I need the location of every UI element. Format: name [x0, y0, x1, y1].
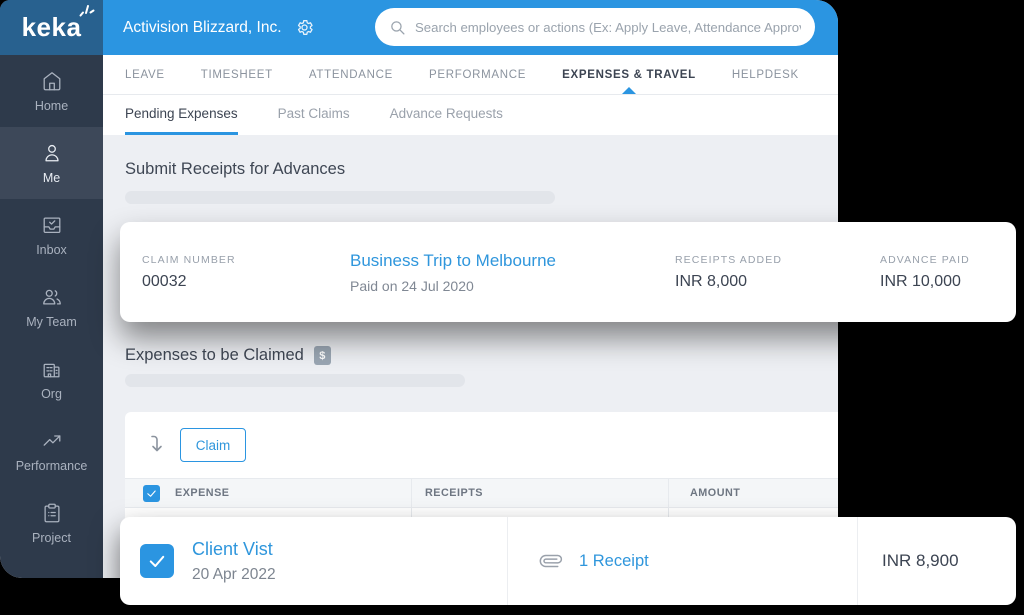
sidebar-item-label: Project [32, 531, 71, 545]
expense-name-link[interactable]: Client Vist [192, 539, 276, 560]
logo-sparks-icon [79, 3, 95, 17]
tab-label: PERFORMANCE [429, 69, 526, 81]
sidebar-item-home[interactable]: Home [0, 55, 103, 127]
tab-expenses-travel[interactable]: EXPENSES & TRAVEL [562, 55, 696, 94]
advance-paid-column: ADVANCE PAID INR 10,000 [880, 222, 970, 322]
company-name: Activision Blizzard, Inc. [123, 19, 282, 37]
expense-date: 20 Apr 2022 [192, 566, 276, 584]
claim-button[interactable]: Claim [180, 428, 246, 462]
home-icon [41, 70, 63, 92]
receipts-added-label: RECEIPTS ADDED [675, 254, 782, 266]
tab-label: EXPENSES & TRAVEL [562, 69, 696, 81]
amount-value: INR 8,900 [882, 551, 959, 571]
sidebar-item-label: Home [35, 99, 68, 113]
receipts-cell: 1 Receipt [507, 517, 857, 605]
active-tab-caret-icon [622, 87, 636, 94]
expense-cell: Client Vist 20 Apr 2022 [120, 517, 507, 605]
trip-title-link[interactable]: Business Trip to Melbourne [350, 251, 556, 271]
keka-logo-inner: keka [22, 12, 82, 43]
sidebar-item-label: Performance [16, 459, 88, 473]
advance-paid-label: ADVANCE PAID [880, 254, 970, 266]
module-tabs: LEAVE TIMESHEET ATTENDANCE PERFORMANCE E… [103, 55, 838, 95]
sidebar-item-me[interactable]: Me [0, 127, 103, 199]
tab-attendance[interactable]: ATTENDANCE [309, 55, 393, 94]
claim-number-value: 00032 [142, 273, 236, 291]
column-header-amount: AMOUNT [690, 479, 740, 507]
download-arrow-icon[interactable] [147, 435, 164, 453]
advances-section-title: Submit Receipts for Advances [125, 160, 345, 179]
keka-logo-text: keka [22, 12, 82, 42]
paid-on-text: Paid on 24 Jul 2020 [350, 278, 556, 294]
subtab-pending-expenses[interactable]: Pending Expenses [125, 95, 238, 135]
trend-arrow-icon [41, 430, 63, 452]
loading-skeleton [125, 191, 555, 204]
receipts-added-column: RECEIPTS ADDED INR 8,000 [675, 222, 782, 322]
sidebar: Home Me Inbox My Team Org [0, 0, 103, 578]
topbar: Activision Blizzard, Inc. [103, 0, 838, 55]
tab-leave[interactable]: LEAVE [125, 55, 165, 94]
expense-row-card[interactable]: Client Vist 20 Apr 2022 1 Receipt INR 8,… [120, 517, 1016, 605]
search-bar[interactable] [375, 8, 815, 46]
receipts-added-value: INR 8,000 [675, 273, 782, 291]
team-icon [41, 286, 63, 308]
subtab-past-claims[interactable]: Past Claims [278, 95, 350, 135]
paperclip-icon [540, 550, 562, 572]
tab-performance[interactable]: PERFORMANCE [429, 55, 526, 94]
expenses-section-title: Expenses to be Claimed $ [125, 346, 331, 365]
settings-gear-icon[interactable] [295, 18, 314, 37]
sidebar-item-project[interactable]: Project [0, 487, 103, 559]
sidebar-item-inbox[interactable]: Inbox [0, 199, 103, 271]
expense-subtabs: Pending Expenses Past Claims Advance Req… [103, 95, 838, 135]
clipboard-icon [41, 502, 63, 524]
page: { "brand": { "logo_text": "keka" }, "top… [0, 0, 1024, 615]
loading-skeleton [125, 374, 465, 387]
subtab-advance-requests[interactable]: Advance Requests [390, 95, 503, 135]
sidebar-item-performance[interactable]: Performance [0, 415, 103, 487]
sidebar-item-label: Org [41, 387, 62, 401]
tab-timesheet[interactable]: TIMESHEET [201, 55, 273, 94]
tab-label: ATTENDANCE [309, 69, 393, 81]
advance-paid-value: INR 10,000 [880, 273, 970, 291]
search-icon [389, 19, 406, 36]
sidebar-item-label: Me [43, 171, 60, 185]
tab-label: LEAVE [125, 69, 165, 81]
trip-column: Business Trip to Melbourne Paid on 24 Ju… [350, 222, 556, 322]
sidebar-item-label: Inbox [36, 243, 67, 257]
select-all-checkbox[interactable] [143, 485, 160, 502]
tab-label: HELPDESK [732, 69, 799, 81]
row-checkbox[interactable] [140, 544, 174, 578]
sidebar-item-org[interactable]: Org [0, 343, 103, 415]
advances-title-text: Submit Receipts for Advances [125, 160, 345, 179]
claim-number-label: CLAIM NUMBER [142, 254, 236, 266]
dollar-receipt-icon: $ [314, 346, 331, 365]
claim-number-column: CLAIM NUMBER 00032 [142, 222, 236, 322]
receipt-count-link[interactable]: 1 Receipt [579, 552, 649, 571]
expense-text-block: Client Vist 20 Apr 2022 [192, 539, 276, 584]
amount-cell: INR 8,900 [857, 517, 1016, 605]
building-icon [41, 358, 63, 380]
table-header-row: EXPENSE RECEIPTS AMOUNT [125, 478, 838, 508]
search-input[interactable] [415, 20, 801, 35]
sidebar-item-my-team[interactable]: My Team [0, 271, 103, 343]
content-area: Submit Receipts for Advances Expenses to… [103, 135, 838, 578]
tab-helpdesk[interactable]: HELPDESK [732, 55, 799, 94]
sidebar-item-label: My Team [26, 315, 76, 329]
column-header-expense: EXPENSE [175, 479, 230, 507]
inbox-icon [41, 214, 63, 236]
keka-logo[interactable]: keka [0, 0, 103, 55]
tab-label: TIMESHEET [201, 69, 273, 81]
advance-claim-card: CLAIM NUMBER 00032 Business Trip to Melb… [120, 222, 1016, 322]
column-header-receipts: RECEIPTS [425, 479, 483, 507]
expenses-title-text: Expenses to be Claimed [125, 346, 304, 365]
user-icon [41, 142, 63, 164]
